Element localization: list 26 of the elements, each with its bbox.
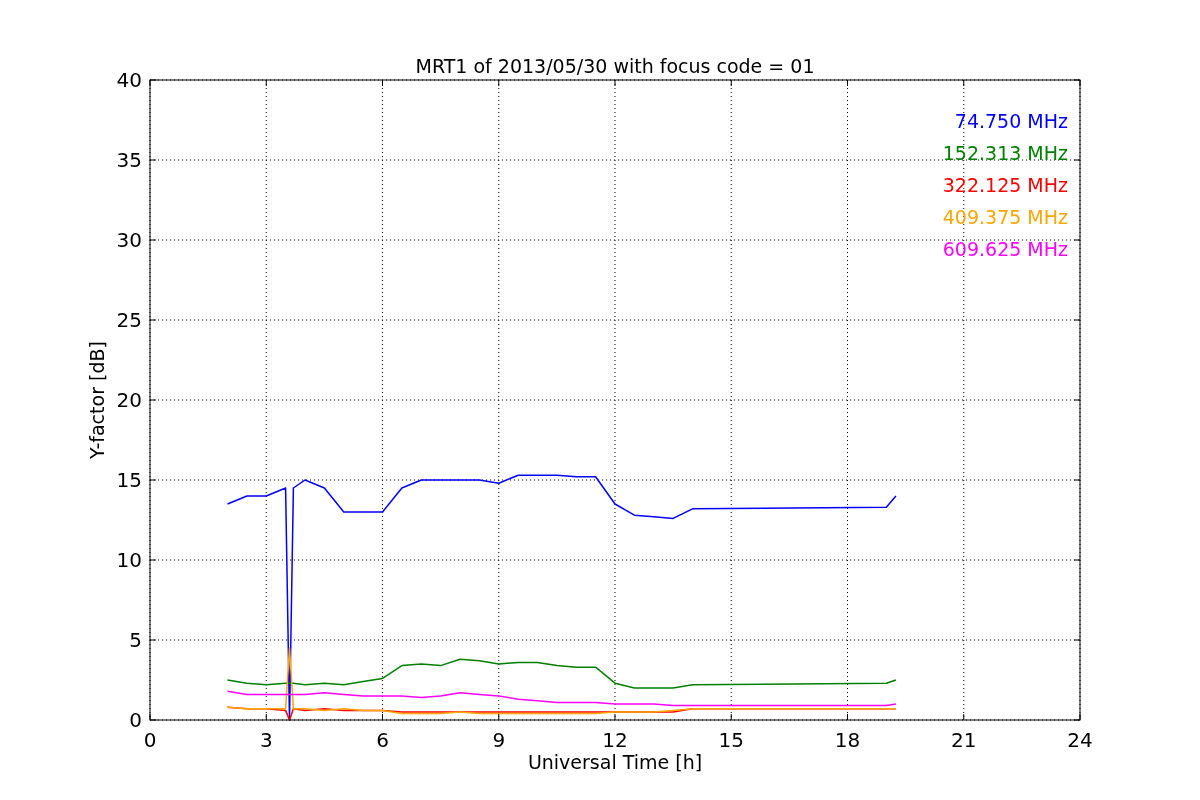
x-tick-label: 18 (834, 728, 861, 752)
x-axis-label: Universal Time [h] (527, 751, 703, 773)
legend-label: 409.375 MHz (942, 206, 1068, 228)
x-tick-label: 24 (1067, 728, 1093, 752)
x-tick-label: 12 (602, 728, 628, 752)
x-tick-label: 6 (376, 728, 389, 752)
y-tick-label: 15 (116, 468, 142, 492)
y-tick-label: 30 (116, 228, 142, 252)
legend-label: 74.750 MHz (954, 110, 1068, 132)
x-tick-label: 3 (259, 728, 273, 752)
y-tick-label: 10 (116, 548, 142, 572)
x-tick-label: 21 (951, 728, 977, 752)
y-tick-label: 0 (129, 708, 142, 732)
x-tick-label: 15 (718, 728, 744, 752)
legend-label: 152.313 MHz (942, 142, 1068, 164)
y-tick-label: 35 (116, 148, 142, 172)
y-tick-label: 20 (116, 388, 142, 412)
x-tick-label: 0 (143, 728, 157, 752)
y-tick-label: 40 (116, 68, 142, 92)
x-tick-label: 9 (492, 728, 506, 752)
legend-label: 609.625 MHz (942, 238, 1068, 260)
chart-title: MRT1 of 2013/05/30 with focus code = 01 (415, 55, 815, 77)
y-axis-label: Y-factor [dB] (86, 341, 108, 459)
y-tick-label: 5 (129, 628, 142, 652)
y-tick-label: 25 (116, 308, 142, 332)
legend-label: 322.125 MHz (942, 174, 1068, 196)
